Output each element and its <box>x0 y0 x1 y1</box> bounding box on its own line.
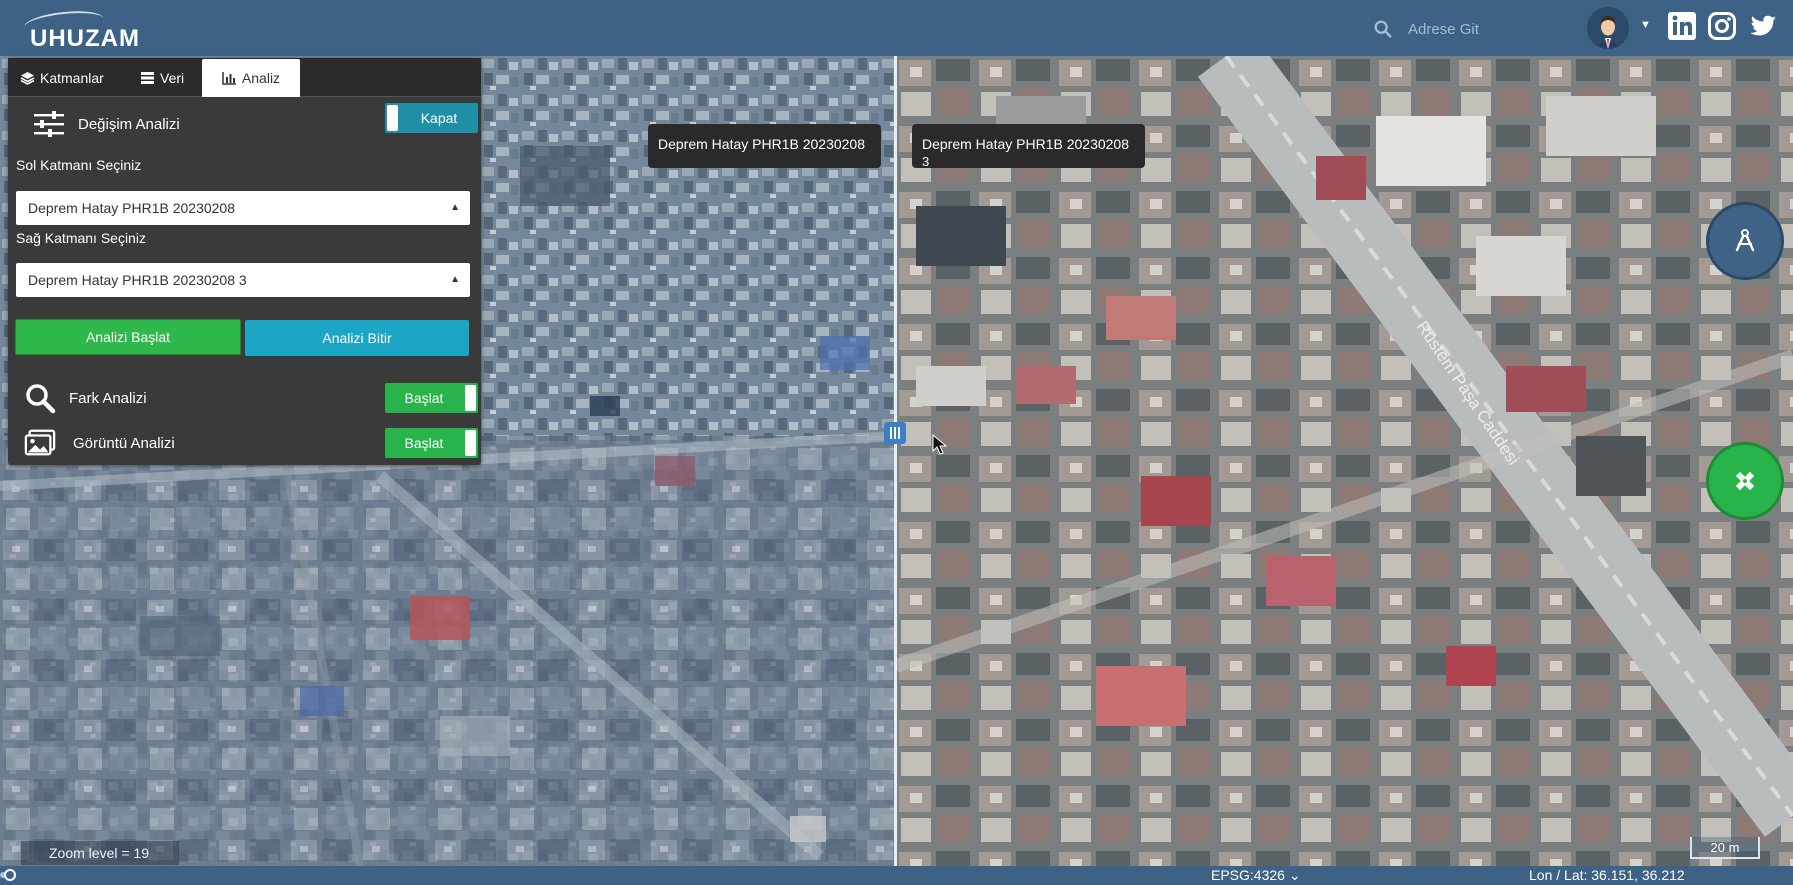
change-analysis-toggle[interactable]: Kapat <box>385 103 478 133</box>
sliders-icon <box>34 111 64 137</box>
chevron-down-icon: ⌄ <box>1288 867 1301 883</box>
left-layer-tag: Deprem Hatay PHR1B 20230208 <box>648 124 881 168</box>
address-search <box>1372 16 1522 42</box>
satellite-right-image: Rüstem Paşa Caddesi <box>896 56 1793 866</box>
tab-analysis-label: Analiz <box>241 70 281 86</box>
ruler-pencil-icon <box>1735 471 1755 491</box>
projection-selector[interactable]: EPSG:4326 ⌄ <box>1211 867 1301 884</box>
diff-analysis-toggle[interactable]: Başlat <box>385 383 478 413</box>
app-root: UHUZAM ▼ <box>0 0 1793 885</box>
tab-layers[interactable]: Katmanlar <box>20 58 138 97</box>
measure-tool-button[interactable] <box>1706 202 1784 280</box>
right-layer-select[interactable]: Deprem Hatay PHR1B 20230208 3 ▲ <box>16 263 470 297</box>
layers-icon <box>20 71 35 85</box>
image-analysis-label: Görüntü Analizi <box>73 435 175 452</box>
select-arrows-icon: ▲ <box>450 274 460 285</box>
zoom-level-readout: Zoom level = 19 <box>21 841 179 865</box>
right-layer-tag: Deprem Hatay PHR1B 20230208 3 <box>912 124 1145 169</box>
map-right-pane[interactable]: Rüstem Paşa Caddesi <box>896 56 1793 866</box>
mouse-cursor-icon <box>932 434 948 455</box>
status-indicator-ring <box>4 869 16 881</box>
toggle-knob <box>465 430 476 456</box>
toggle-knob <box>387 105 398 131</box>
diff-analysis-label: Fark Analizi <box>69 390 147 407</box>
left-layer-select-value: Deprem Hatay PHR1B 20230208 <box>28 200 236 216</box>
diff-analysis-row: Fark Analizi Başlat <box>8 378 481 418</box>
bar-chart-icon <box>222 72 236 85</box>
address-search-input[interactable] <box>1408 20 1518 38</box>
search-icon <box>26 384 56 414</box>
user-avatar-image <box>1587 7 1629 49</box>
list-icon <box>141 71 154 84</box>
swipe-handle[interactable] <box>884 422 906 444</box>
search-icon[interactable] <box>1372 18 1394 40</box>
projection-value: EPSG:4326 <box>1211 867 1285 883</box>
panel-tabs: Katmanlar Veri Analiz <box>8 58 481 97</box>
stop-analysis-button[interactable]: Analizi Bitir <box>245 320 469 356</box>
left-layer-select[interactable]: Deprem Hatay PHR1B 20230208 ▲ <box>16 191 470 225</box>
logo[interactable]: UHUZAM <box>14 7 154 52</box>
left-layer-label: Sol Katmanı Seçiniz <box>16 157 142 173</box>
change-analysis-title: Değişim Analizi <box>78 115 180 133</box>
twitter-icon[interactable] <box>1748 11 1778 41</box>
tab-analysis[interactable]: Analiz <box>202 59 300 97</box>
image-analysis-toggle-label: Başlat <box>404 435 444 451</box>
right-layer-tag-line2: 3 <box>922 154 930 169</box>
user-avatar[interactable] <box>1587 7 1629 49</box>
analysis-tool-button[interactable] <box>1706 442 1784 520</box>
right-layer-tag-line1: Deprem Hatay PHR1B 20230208 <box>922 136 1130 152</box>
start-analysis-button[interactable]: Analizi Başlat <box>15 319 241 355</box>
select-arrows-icon: ▲ <box>450 202 460 213</box>
change-analysis-toggle-label: Kapat <box>420 110 458 126</box>
instagram-icon[interactable] <box>1707 11 1737 41</box>
logo-text: UHUZAM <box>30 25 140 52</box>
top-bar: UHUZAM ▼ <box>0 0 1793 56</box>
toggle-knob <box>465 385 476 411</box>
tab-data-label: Veri <box>160 69 185 86</box>
image-analysis-row: Görüntü Analizi Başlat <box>8 423 481 463</box>
compass-icon <box>1735 229 1755 252</box>
analysis-panel: Katmanlar Veri Analiz Değişim Analizi Ka… <box>8 58 481 465</box>
right-layer-label: Sağ Katmanı Seçiniz <box>16 230 146 246</box>
chevron-down-icon[interactable]: ▼ <box>1640 19 1651 31</box>
coordinates-readout: Lon / Lat: 36.151, 36.212 <box>1529 867 1685 883</box>
linkedin-icon[interactable] <box>1667 11 1697 41</box>
diff-analysis-toggle-label: Başlat <box>404 390 444 406</box>
right-layer-select-value: Deprem Hatay PHR1B 20230208 3 <box>28 272 247 288</box>
status-bar: EPSG:4326 ⌄ Lon / Lat: 36.151, 36.212 <box>0 866 1793 885</box>
tab-layers-label: Katmanlar <box>40 69 104 86</box>
scale-bar: 20 m <box>1690 837 1760 859</box>
images-icon <box>24 429 56 456</box>
tab-data[interactable]: Veri <box>140 58 210 97</box>
grip-icon <box>890 427 900 439</box>
image-analysis-toggle[interactable]: Başlat <box>385 428 478 458</box>
swipe-divider[interactable] <box>894 56 897 866</box>
